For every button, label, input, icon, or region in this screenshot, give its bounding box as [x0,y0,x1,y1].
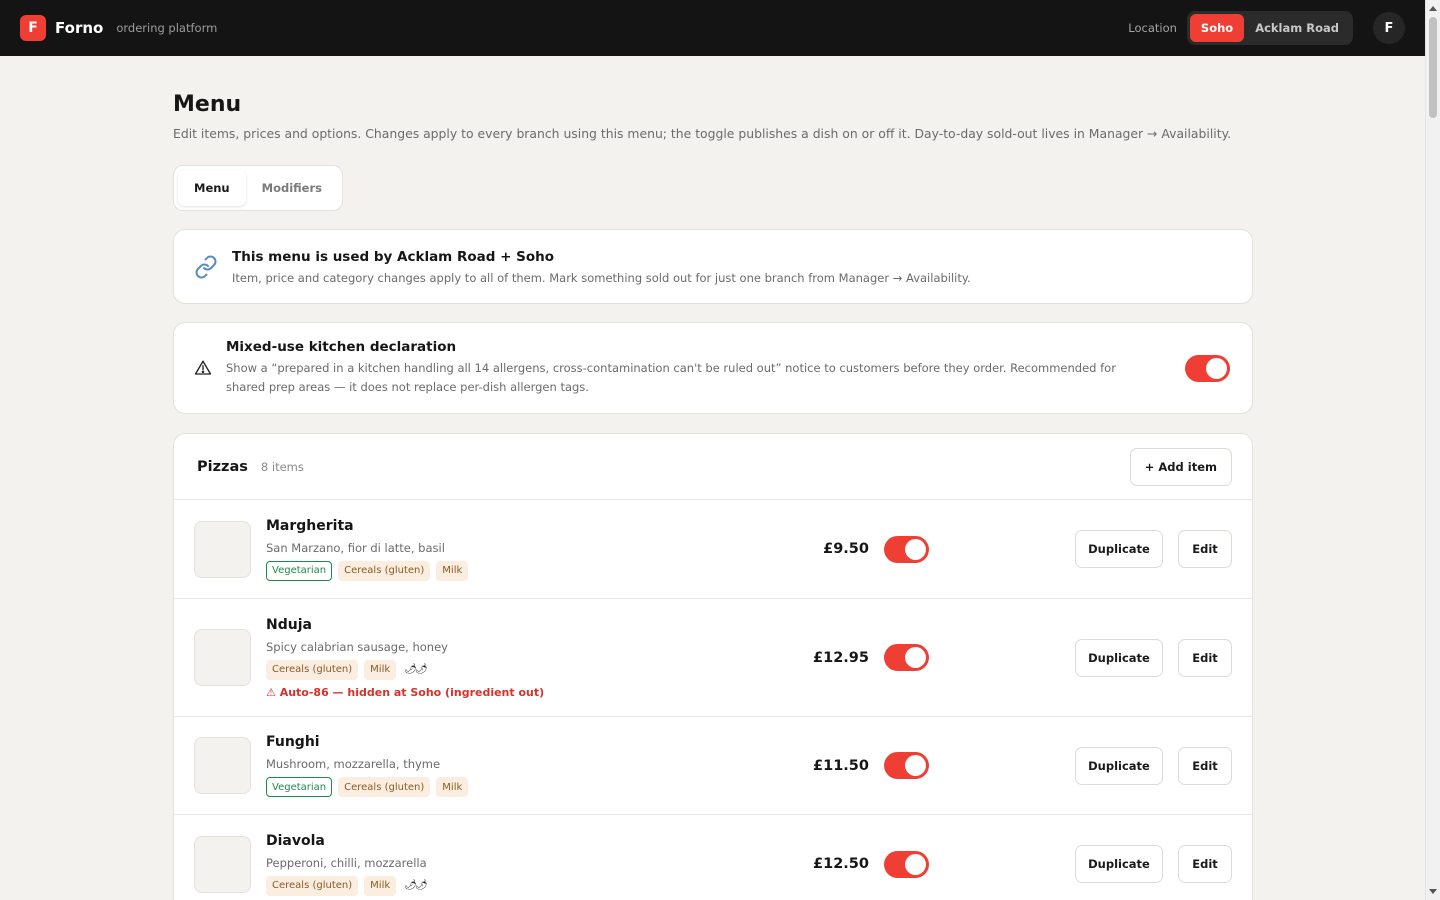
edit-button[interactable]: Edit [1178,638,1232,677]
scroll-up-arrow-icon[interactable] [1429,6,1437,11]
page-title: Menu [173,92,242,117]
brand-subtitle: ordering platform [116,21,218,35]
shared-menu-notice: This menu is used by Acklam Road + Soho … [173,229,1253,304]
shared-menu-title: This menu is used by Acklam Road + Soho [232,248,554,265]
item-description: Pepperoni, chilli, mozzarella [266,855,427,870]
allergen-tag: Cereals (gluten) [338,777,431,797]
allergen-tag: Milk [364,659,397,680]
link-icon [195,255,217,278]
main-content: Menu Edit items, prices and options. Cha… [173,56,1253,900]
item-name: Funghi [266,734,320,750]
toggle-knob [905,647,926,668]
menu-item-nduja: Nduja Spicy calabrian sausage, honey Cer… [174,599,1252,717]
section-item-count: 8 items [260,459,304,474]
duplicate-button[interactable]: Duplicate [1075,638,1163,677]
pizzas-section: Pizzas 8 items + Add item Margherita San… [173,433,1253,900]
item-thumbnail[interactable] [194,629,251,686]
location-option-acklam-road[interactable]: Acklam Road [1244,14,1350,42]
kitchen-declaration-card: Mixed-use kitchen declaration Show a “pr… [173,322,1253,414]
section-title: Pizzas [197,458,248,475]
duplicate-button[interactable]: Duplicate [1075,746,1163,785]
avatar[interactable]: F [1373,12,1405,44]
page-description: Edit items, prices and options. Changes … [173,126,1232,141]
scroll-down-arrow-icon[interactable] [1429,889,1437,894]
item-price: £12.95 [813,649,869,666]
allergen-tag: Cereals (gluten) [266,659,359,680]
publish-toggle[interactable] [884,644,929,671]
allergen-tag: Cereals (gluten) [338,560,431,581]
warning-icon [194,360,212,375]
scrollbar-thumb[interactable] [1429,17,1437,118]
shared-menu-description: Item, price and category changes apply t… [232,270,971,285]
menu-item-diavola: Diavola Pepperoni, chilli, mozzarella Ce… [174,815,1252,900]
menu-item-margherita: Margherita San Marzano, fior di latte, b… [174,500,1252,599]
toggle-knob [905,853,926,875]
chilli-pepper-icon: 🌶🌶 [404,664,427,675]
item-thumbnail[interactable] [194,835,251,893]
toggle-knob [1206,357,1227,379]
location-label: Location [1128,21,1177,35]
item-description: San Marzano, fior di latte, basil [266,540,445,555]
top-bar: F Forno ordering platform Location Soho … [0,0,1425,56]
toggle-knob [905,755,926,776]
toggle-knob [905,538,926,560]
location-switcher: Soho Acklam Road [1186,11,1353,45]
kitchen-declaration-title: Mixed-use kitchen declaration [226,339,457,355]
publish-toggle[interactable] [884,752,929,779]
location-option-soho[interactable]: Soho [1189,14,1245,42]
edit-button[interactable]: Edit [1178,845,1232,883]
brand-logo[interactable]: F [20,15,46,41]
edit-button[interactable]: Edit [1178,746,1232,785]
kitchen-declaration-description: Show a “prepared in a kitchen handling a… [226,361,1116,394]
allergen-tag: Milk [364,875,397,896]
tab-modifiers[interactable]: Modifiers [246,170,338,206]
menu-tabs: Menu Modifiers [173,165,343,211]
publish-toggle[interactable] [884,535,929,563]
item-name: Diavola [266,832,325,849]
duplicate-button[interactable]: Duplicate [1075,530,1163,568]
item-price: £9.50 [823,541,869,557]
brand-name[interactable]: Forno [55,19,103,37]
publish-toggle[interactable] [884,850,929,878]
edit-button[interactable]: Edit [1178,530,1232,568]
kitchen-declaration-toggle[interactable] [1185,354,1230,382]
item-thumbnail[interactable] [194,520,251,578]
vegetarian-tag: Vegetarian [266,777,333,797]
vegetarian-tag: Vegetarian [266,560,333,581]
item-name: Nduja [266,616,312,633]
scrollbar[interactable] [1425,0,1440,900]
allergen-tag: Milk [436,777,469,797]
item-thumbnail[interactable] [194,737,251,794]
menu-item-funghi: Funghi Mushroom, mozzarella, thyme Veget… [174,717,1252,815]
section-header: Pizzas 8 items + Add item [174,434,1252,500]
allergen-tag: Milk [436,560,469,581]
item-description: Mushroom, mozzarella, thyme [266,757,441,771]
duplicate-button[interactable]: Duplicate [1075,845,1163,883]
allergen-tag: Cereals (gluten) [266,875,359,896]
item-description: Spicy calabrian sausage, honey [266,639,448,654]
item-price: £11.50 [813,757,869,774]
chilli-pepper-icon: 🌶🌶 [404,880,427,891]
item-price: £12.50 [813,856,869,872]
item-name: Margherita [266,517,354,534]
tab-menu[interactable]: Menu [178,170,246,206]
auto-86-warning: ⚠ Auto-86 — hidden at Soho (ingredient o… [266,685,545,699]
add-item-button[interactable]: + Add item [1129,447,1232,486]
